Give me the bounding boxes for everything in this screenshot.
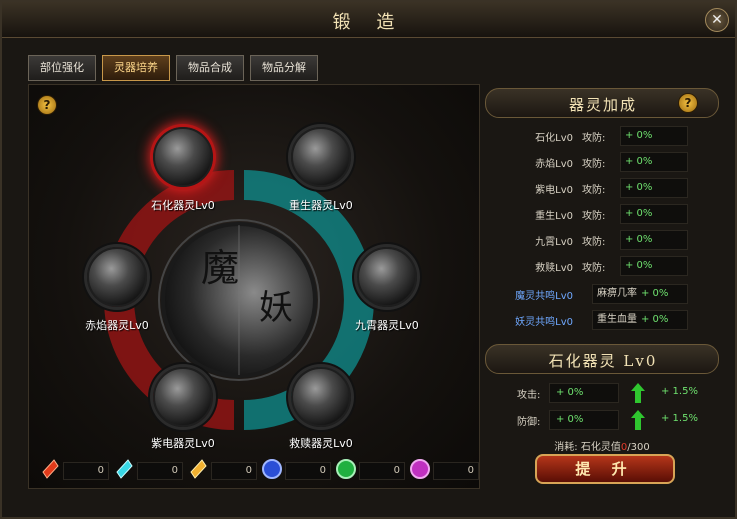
tab-part-enhance[interactable]: 部位强化 xyxy=(28,55,96,81)
bonus-name: 石化Lv0 xyxy=(535,133,573,144)
attack-increase: + 1.5% xyxy=(661,386,698,397)
spirit-orb-nine-heavens[interactable] xyxy=(357,247,417,307)
spirit-label-redemption: 救赎器灵Lv0 xyxy=(289,437,353,450)
gem-count: 0 xyxy=(433,462,479,480)
bonus-kind: 攻防: xyxy=(582,263,606,274)
gem-count: 0 xyxy=(211,462,257,480)
bonus-row: 重生Lv0 攻防: + 0% xyxy=(485,203,719,225)
bonus-row: 紫电Lv0 攻防: + 0% xyxy=(485,177,719,199)
defense-label: 防御: xyxy=(517,417,541,428)
bonus-row: 赤焰Lv0 攻防: + 0% xyxy=(485,151,719,173)
attack-value: + 0% xyxy=(549,383,619,403)
bonus-row: 救赎Lv0 攻防: + 0% xyxy=(485,255,719,277)
selected-spirit-header: 石化器灵 Lv0 xyxy=(485,344,719,374)
cyan-crystal-icon xyxy=(116,459,133,479)
monster-glyph: 妖 xyxy=(259,288,293,328)
defense-value: + 0% xyxy=(549,410,619,430)
spirit-label-rebirth: 重生器灵Lv0 xyxy=(289,199,353,212)
bonus-value: + 0% xyxy=(620,204,688,224)
title-bar: 锻 造 ✕ xyxy=(2,2,735,38)
blue-orb-icon xyxy=(262,459,282,479)
bonus-kind: 攻防: xyxy=(582,185,606,196)
bonus-row: 石化Lv0 攻防: + 0% xyxy=(485,125,719,147)
defense-row: 防御: + 0% + 1.5% xyxy=(485,409,719,431)
resonance-effect: 麻痹几率 xyxy=(597,288,637,299)
bonus-value: + 0% xyxy=(620,178,688,198)
gem-count: 0 xyxy=(285,462,331,480)
attack-label: 攻击: xyxy=(517,390,541,401)
spirit-label-nine-heavens: 九霄器灵Lv0 xyxy=(355,319,419,332)
spirit-orb-redemption[interactable] xyxy=(291,367,351,427)
bonus-panel: 器灵加成 ? 石化Lv0 攻防: + 0% 赤焰Lv0 攻防: + 0% 紫电L… xyxy=(485,84,723,489)
bonus-kind: 攻防: xyxy=(582,211,606,222)
gold-crystal-icon xyxy=(190,459,207,479)
gem-count: 0 xyxy=(359,462,405,480)
bonus-value: + 0% xyxy=(620,152,688,172)
purple-orb-icon xyxy=(410,459,430,479)
defense-increase: + 1.5% xyxy=(661,413,698,424)
bonus-name: 赤焰Lv0 xyxy=(535,159,573,170)
spirit-orb-flame[interactable] xyxy=(87,247,147,307)
tab-spirit-cultivate[interactable]: 灵器培养 xyxy=(102,55,170,81)
bonus-name: 救赎Lv0 xyxy=(535,263,573,274)
bonus-kind: 攻防: xyxy=(582,159,606,170)
spirit-orb-petrify[interactable] xyxy=(153,127,213,187)
resonance-row: 妖灵共鸣Lv0 重生血量 + 0% xyxy=(485,309,719,331)
bonus-value: + 0% xyxy=(620,256,688,276)
bonus-kind: 攻防: xyxy=(582,237,606,248)
bonus-name: 九霄Lv0 xyxy=(535,237,573,248)
resonance-row: 魔灵共鸣Lv0 麻痹几率 + 0% xyxy=(485,283,719,305)
spirit-label-lightning: 紫电器灵Lv0 xyxy=(151,437,215,450)
resonance-value: + 0% xyxy=(641,314,669,325)
spirit-label-flame: 赤焰器灵Lv0 xyxy=(85,319,149,332)
tab-item-decompose[interactable]: 物品分解 xyxy=(250,55,318,81)
resonance-name: 妖灵共鸣Lv0 xyxy=(515,317,573,328)
forge-window: 锻 造 ✕ 部位强化 灵器培养 物品合成 物品分解 ? 魔 妖 石化器灵Lv0 … xyxy=(0,0,737,519)
close-button[interactable]: ✕ xyxy=(705,8,729,32)
cost-prefix: 消耗: 石化灵值 xyxy=(554,442,621,453)
cost-text: 消耗: 石化灵值0/300 xyxy=(485,438,719,453)
attack-row: 攻击: + 0% + 1.5% xyxy=(485,382,719,404)
bonus-value: + 0% xyxy=(620,230,688,250)
spirit-label-petrify: 石化器灵Lv0 xyxy=(151,199,215,212)
green-orb-icon xyxy=(336,459,356,479)
gem-count: 0 xyxy=(137,462,183,480)
bonus-row: 九霄Lv0 攻防: + 0% xyxy=(485,229,719,251)
spirit-wheel-panel: ? 魔 妖 石化器灵Lv0 重生器灵Lv0 赤焰器灵Lv0 九霄器灵Lv0 紫电… xyxy=(28,84,480,489)
demon-glyph: 魔 xyxy=(201,246,240,290)
gem-count: 0 xyxy=(63,462,109,480)
bonus-name: 重生Lv0 xyxy=(535,211,573,222)
upgrade-button[interactable]: 提 升 xyxy=(535,454,675,484)
window-title: 锻 造 xyxy=(332,12,405,33)
resonance-field: 重生血量 + 0% xyxy=(592,310,688,330)
resonance-name: 魔灵共鸣Lv0 xyxy=(515,291,573,302)
resonance-value: + 0% xyxy=(641,288,669,299)
up-arrow-icon xyxy=(631,410,645,430)
red-crystal-icon xyxy=(42,459,59,479)
spirit-orb-rebirth[interactable] xyxy=(291,127,351,187)
resonance-field: 麻痹几率 + 0% xyxy=(592,284,688,304)
bonus-header: 器灵加成 ? xyxy=(485,88,719,118)
resonance-effect: 重生血量 xyxy=(597,314,637,325)
close-icon: ✕ xyxy=(711,12,723,28)
bonus-kind: 攻防: xyxy=(582,133,606,144)
tab-item-synthesis[interactable]: 物品合成 xyxy=(176,55,244,81)
bonus-name: 紫电Lv0 xyxy=(535,185,573,196)
bonus-value: + 0% xyxy=(620,126,688,146)
spirit-orb-lightning[interactable] xyxy=(153,367,213,427)
cost-max: /300 xyxy=(627,442,650,453)
bonus-help-icon[interactable]: ? xyxy=(678,93,698,113)
selected-spirit-title: 石化器灵 Lv0 xyxy=(548,352,658,370)
up-arrow-icon xyxy=(631,383,645,403)
